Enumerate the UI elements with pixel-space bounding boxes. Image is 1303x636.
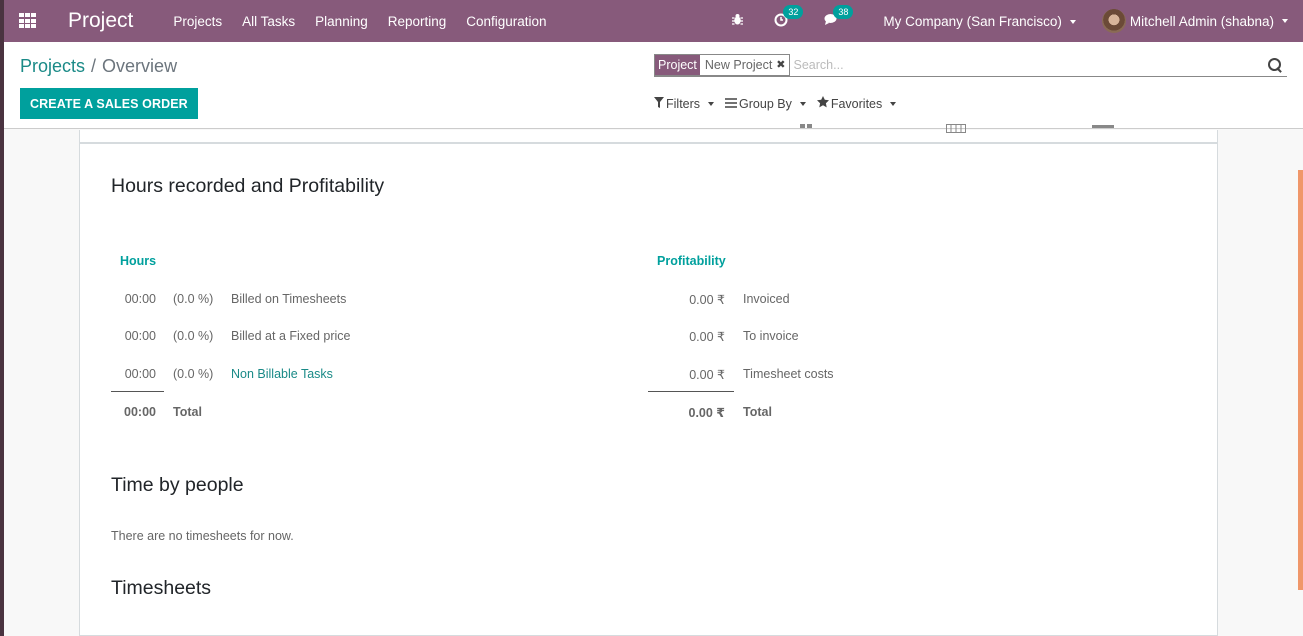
window-edge	[0, 0, 4, 636]
user-name: Mitchell Admin (shabna)	[1129, 13, 1274, 29]
hours-percent: (0.0 %)	[173, 329, 214, 343]
section-title-timesheets: Timesheets	[111, 577, 212, 599]
search-facet: Project New Project ✖	[654, 53, 790, 76]
profitability-total-divider	[648, 391, 734, 392]
breadcrumb-projects[interactable]: Projects	[20, 56, 85, 76]
profitability-total-value: 0.00 ₹	[688, 406, 726, 420]
favorites-label: Favorites	[830, 96, 883, 111]
favorites-dropdown[interactable]: Favorites	[816, 96, 897, 111]
main-content: Hours recorded and Profitability Hours 0…	[4, 124, 1299, 636]
hours-value: 00:00	[124, 329, 156, 343]
profitability-label: Timesheet costs	[743, 367, 834, 381]
hours-title: Hours	[120, 254, 157, 268]
breadcrumb-separator: /	[91, 56, 97, 76]
messages-chat-icon[interactable]: 38	[824, 5, 854, 29]
debug-bug-icon[interactable]	[731, 13, 744, 29]
create-sales-order-button[interactable]: CREATE A SALES ORDER	[20, 88, 198, 119]
hours-value: 00:00	[124, 292, 156, 306]
bars-icon	[725, 97, 738, 111]
scrollbar-thumb[interactable]	[1298, 170, 1303, 590]
non-billable-tasks-link[interactable]: Non Billable Tasks	[231, 367, 333, 381]
facet-label: Project	[655, 54, 700, 75]
breadcrumb-current: Overview	[102, 56, 178, 76]
chevron-down-icon	[1069, 19, 1076, 24]
breadcrumb: Projects / Overview	[20, 56, 177, 77]
company-name: My Company (San Francisco)	[883, 13, 1062, 29]
facet-value: New Project	[704, 57, 773, 72]
menu-projects[interactable]: Projects	[163, 14, 232, 29]
close-icon[interactable]: ✖	[776, 55, 785, 75]
chevron-down-icon	[1282, 19, 1288, 23]
filter-icon	[654, 96, 664, 111]
filters-label: Filters	[666, 96, 701, 111]
activity-count-badge: 32	[783, 4, 804, 19]
profitability-value: 0.00 ₹	[689, 293, 725, 307]
profitability-title: Profitability	[657, 254, 726, 268]
avatar	[1101, 9, 1126, 33]
top-navbar: Project Projects All Tasks Planning Repo…	[4, 0, 1303, 42]
sheet-header-strip	[79, 124, 1218, 143]
hours-value: 00:00	[124, 367, 156, 381]
hours-total-divider	[111, 391, 164, 392]
calendar-view-icon[interactable]	[946, 124, 966, 134]
activity-clock-icon[interactable]: 32	[774, 4, 804, 30]
section-title-hours-profitability: Hours recorded and Profitability	[111, 175, 385, 197]
profitability-value: 0.00 ₹	[689, 368, 725, 382]
hours-percent: (0.0 %)	[173, 367, 214, 381]
search-input[interactable]	[793, 57, 1267, 72]
kanban-view-icon[interactable]	[800, 124, 814, 134]
hours-label: Billed on Timesheets	[231, 292, 347, 306]
profitability-total-label: Total	[743, 405, 772, 419]
company-switcher[interactable]: My Company (San Francisco)	[883, 14, 1076, 29]
hours-total-value: 00:00	[124, 405, 156, 419]
app-title: Project	[68, 9, 134, 32]
control-panel: Projects / Overview CREATE A SALES ORDER P…	[4, 42, 1303, 129]
group-by-dropdown[interactable]: Group By	[725, 96, 806, 111]
main-menu: Projects All Tasks Planning Reporting Co…	[163, 14, 556, 29]
profitability-value: 0.00 ₹	[689, 330, 725, 344]
group-by-label: Group By	[739, 96, 792, 111]
profitability-label: To invoice	[743, 329, 799, 343]
profitability-label: Invoiced	[743, 292, 790, 306]
search-icon[interactable]	[1267, 57, 1283, 73]
overview-sheet: Hours recorded and Profitability Hours 0…	[79, 143, 1218, 636]
section-title-time-by-people: Time by people	[111, 474, 244, 496]
chevron-down-icon	[708, 101, 715, 106]
hours-label: Billed at a Fixed price	[231, 329, 351, 343]
no-timesheets-message: There are no timesheets for now.	[111, 529, 294, 543]
menu-all-tasks[interactable]: All Tasks	[232, 14, 305, 29]
search-options: Filters Group By Favorites	[654, 96, 907, 111]
chevron-down-icon	[890, 101, 897, 106]
menu-reporting[interactable]: Reporting	[378, 14, 457, 29]
menu-planning[interactable]: Planning	[305, 14, 378, 29]
chevron-down-icon	[799, 101, 806, 106]
filters-dropdown[interactable]: Filters	[654, 96, 715, 111]
messages-count-badge: 38	[833, 5, 854, 19]
search-bar: Project New Project ✖	[654, 53, 1287, 77]
hours-percent: (0.0 %)	[173, 292, 214, 306]
list-view-icon[interactable]	[1092, 124, 1114, 134]
app-menu-icon[interactable]	[19, 13, 37, 29]
star-icon	[816, 96, 829, 111]
menu-configuration[interactable]: Configuration	[456, 14, 556, 29]
user-menu[interactable]: Mitchell Admin (shabna)	[1101, 9, 1288, 33]
hours-total-label: Total	[173, 405, 202, 419]
